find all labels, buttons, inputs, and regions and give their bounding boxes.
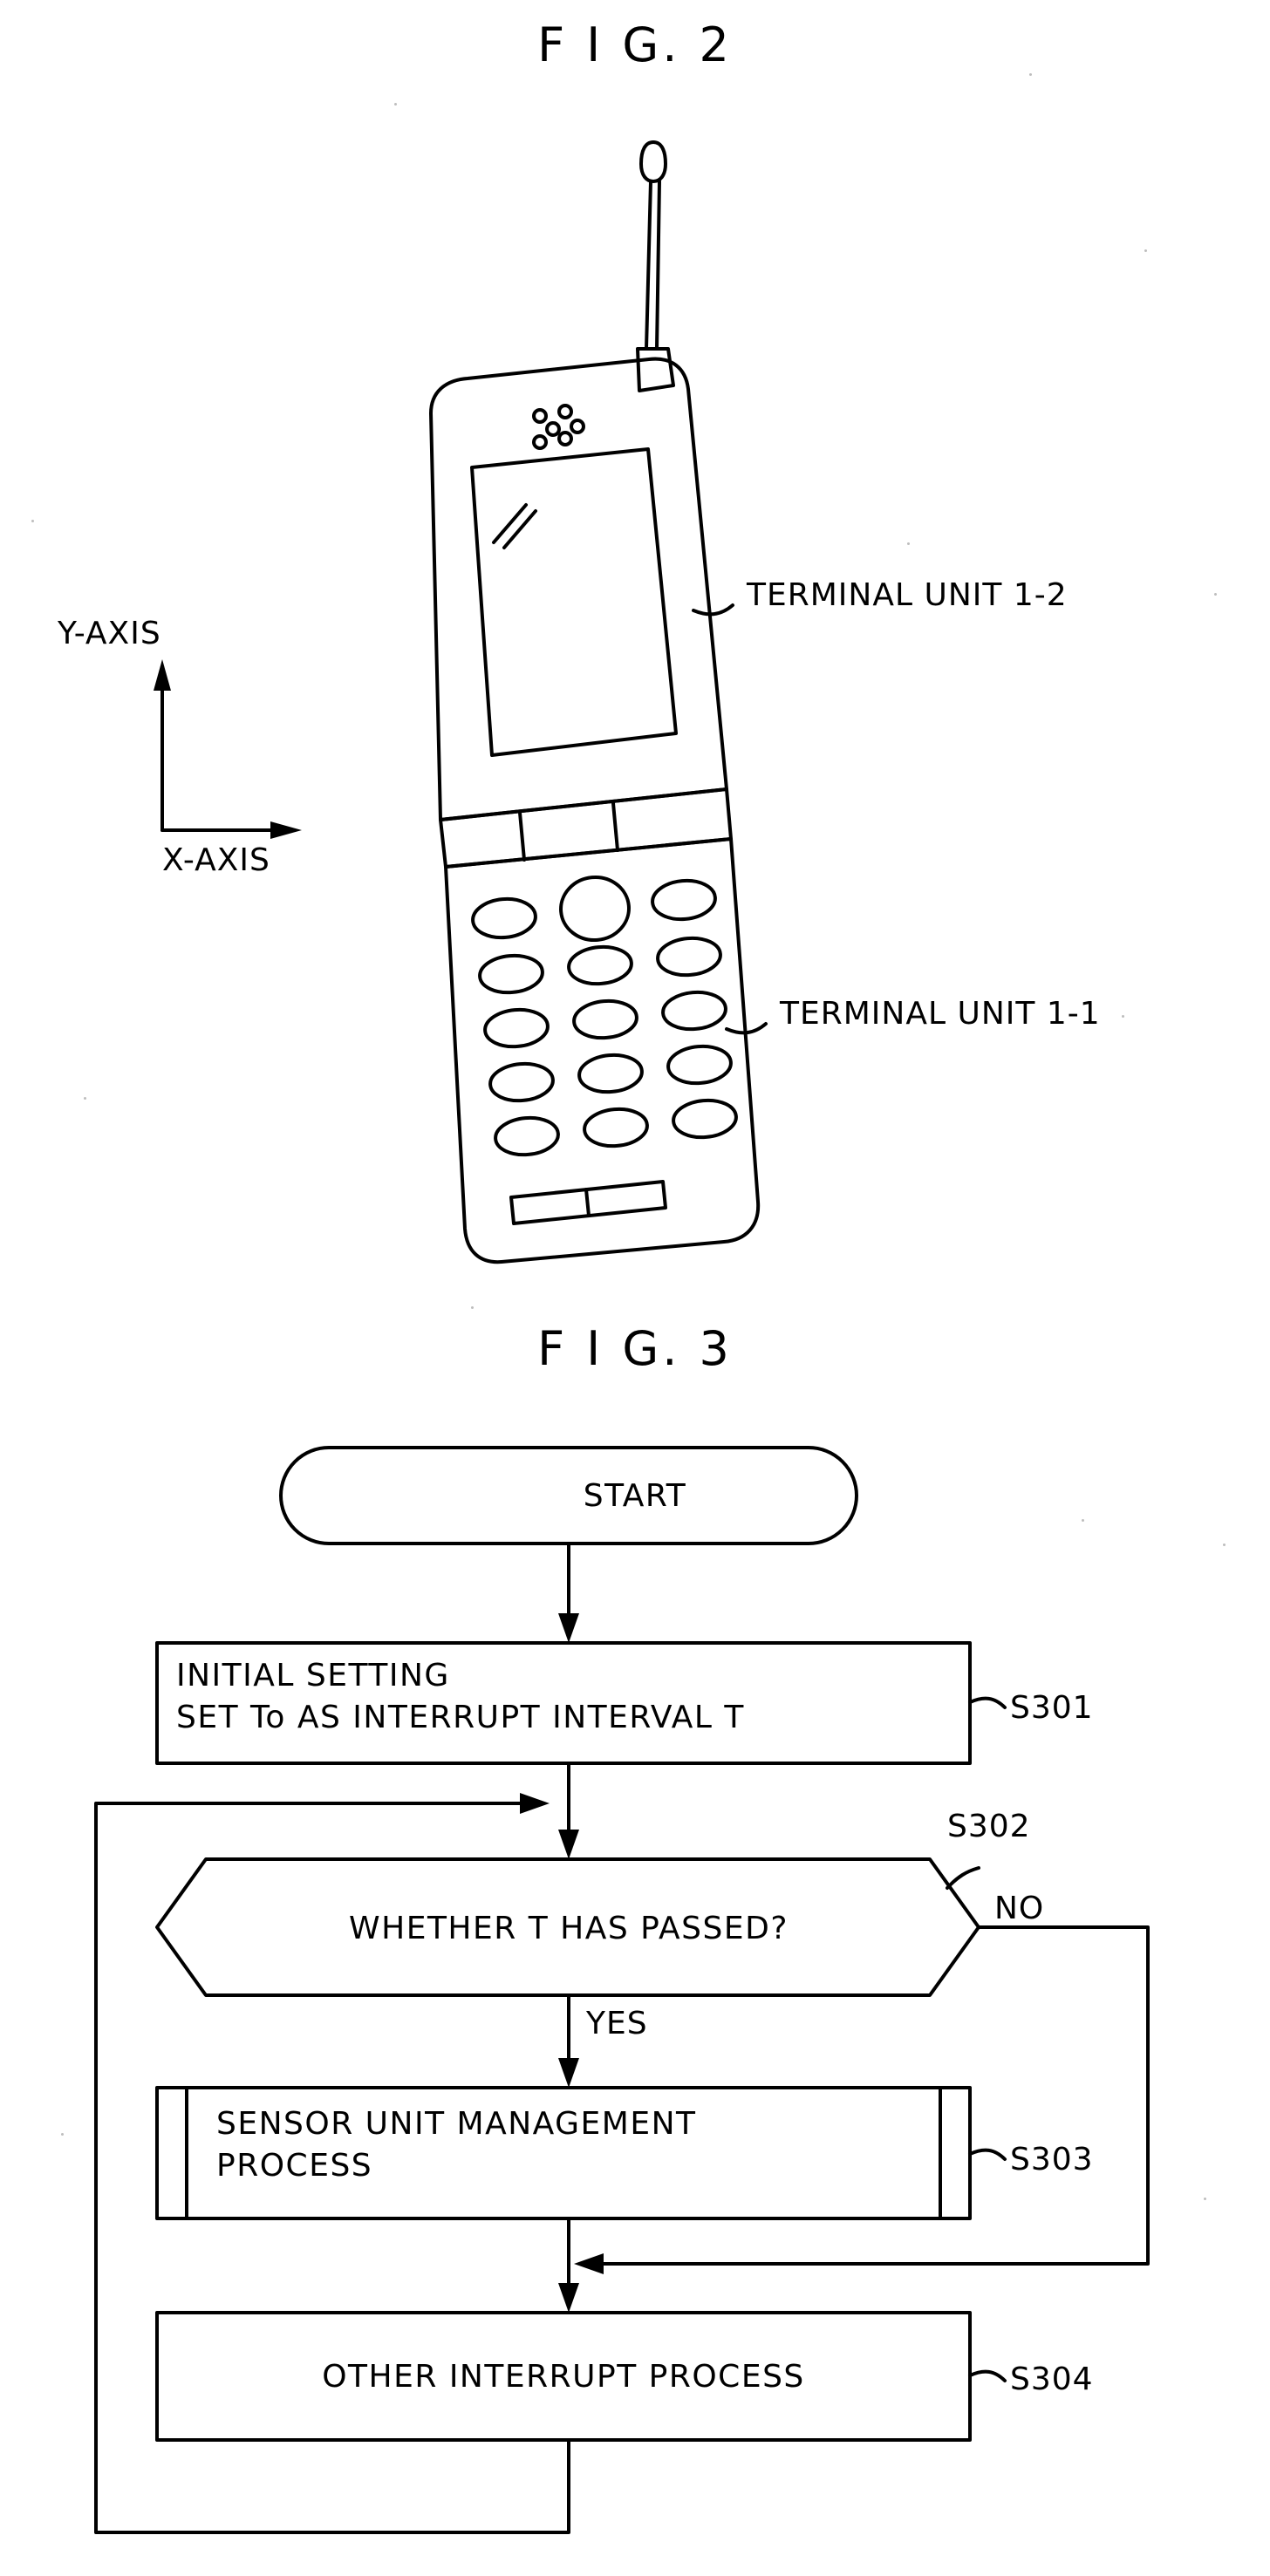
arrowhead bbox=[558, 1830, 579, 1859]
keypad-key bbox=[651, 878, 717, 922]
keypad-key bbox=[577, 1053, 644, 1094]
keypad-key-center bbox=[559, 875, 631, 943]
arrowhead bbox=[520, 1793, 550, 1814]
antenna-tip bbox=[639, 140, 667, 183]
y-axis-arrowhead bbox=[154, 659, 171, 691]
hinge-divider bbox=[611, 801, 619, 852]
phone-lower-housing bbox=[444, 837, 761, 1264]
step-label-s301: S301 bbox=[1010, 1690, 1094, 1726]
scan-speck bbox=[84, 1097, 86, 1100]
microphone-slot-divider bbox=[584, 1188, 591, 1217]
step-leader-s302 bbox=[946, 1866, 980, 1890]
phone-upper-housing bbox=[429, 357, 728, 821]
speaker-dot bbox=[545, 421, 561, 437]
keypad-key bbox=[672, 1098, 738, 1140]
keypad-key bbox=[494, 1115, 560, 1157]
scan-speck bbox=[471, 1306, 474, 1309]
scan-speck bbox=[1144, 249, 1147, 252]
arrowhead bbox=[574, 2253, 604, 2274]
antenna-base bbox=[636, 347, 675, 392]
flow-node-s304-label: OTHER INTERRUPT PROCESS bbox=[322, 2359, 805, 2395]
microphone-slot bbox=[509, 1180, 667, 1225]
speaker-dot bbox=[570, 419, 585, 434]
scan-speck bbox=[31, 520, 34, 522]
speaker-dot bbox=[557, 404, 573, 419]
patent-figure-page: F I G. 2 F I G. 3 Y-AXIS X-AXIS TERMINAL… bbox=[0, 0, 1270, 2576]
callout-terminal-unit-1-2: TERMINAL UNIT 1-2 bbox=[747, 577, 1068, 613]
screen-glare-stroke bbox=[502, 509, 537, 549]
fig2-phone-illustration bbox=[154, 140, 768, 1264]
speaker-dot bbox=[532, 434, 548, 450]
hinge-divider bbox=[518, 811, 526, 862]
scan-speck bbox=[1204, 2198, 1206, 2200]
flow-node-s302-label: WHETHER T HAS PASSED? bbox=[349, 1911, 789, 1946]
callout-leader-terminal-1-2 bbox=[692, 603, 734, 617]
keypad-key bbox=[483, 1007, 550, 1049]
scan-speck bbox=[1122, 1015, 1124, 1018]
y-axis-label: Y-AXIS bbox=[58, 616, 161, 651]
scan-speck bbox=[394, 103, 397, 106]
keypad-key bbox=[567, 944, 633, 986]
keypad-key bbox=[666, 1044, 733, 1086]
step-leader-s301 bbox=[968, 1696, 1007, 1709]
flow-node-s303-label: SENSOR UNIT MANAGEMENT PROCESS bbox=[216, 2106, 697, 2184]
callout-terminal-unit-1-1: TERMINAL UNIT 1-1 bbox=[780, 996, 1101, 1032]
antenna-rod-right bbox=[655, 180, 661, 351]
keypad-key bbox=[471, 896, 537, 940]
speaker-dot bbox=[557, 431, 573, 446]
figure-drawing-layer bbox=[94, 140, 1150, 2534]
arrowhead bbox=[558, 2283, 579, 2313]
arrowhead bbox=[558, 2058, 579, 2088]
screen-glare-stroke bbox=[492, 503, 528, 544]
phone-hinge-band bbox=[439, 787, 733, 869]
keypad-key bbox=[488, 1061, 555, 1103]
keypad-key bbox=[661, 990, 727, 1032]
step-leader-s303 bbox=[968, 2148, 1007, 2161]
keypad-key bbox=[478, 953, 544, 995]
step-label-s304: S304 bbox=[1010, 2361, 1094, 2397]
flow-node-s301-label: INITIAL SETTING SET To AS INTERRUPT INTE… bbox=[176, 1658, 745, 1735]
scan-speck bbox=[907, 542, 910, 545]
scan-speck bbox=[61, 2133, 64, 2136]
flow-node-start-label: START bbox=[583, 1478, 687, 1514]
keypad-key bbox=[572, 998, 638, 1040]
callout-leader-terminal-1-1 bbox=[725, 1022, 768, 1035]
step-label-s302: S302 bbox=[947, 1809, 1031, 1844]
flow-path-no-branch bbox=[591, 1925, 1150, 2266]
keypad-key bbox=[656, 936, 722, 978]
keypad-key bbox=[583, 1107, 649, 1148]
scan-speck bbox=[1214, 593, 1217, 596]
x-axis-arrowhead bbox=[270, 821, 302, 839]
edge-label-yes: YES bbox=[586, 2006, 648, 2041]
scan-speck bbox=[1223, 1544, 1226, 1546]
arrowhead bbox=[558, 1613, 579, 1643]
step-leader-s304 bbox=[968, 2369, 1007, 2382]
x-axis-label: X-AXIS bbox=[162, 842, 270, 878]
scan-speck bbox=[1029, 73, 1032, 76]
figure-2-title: F I G. 2 bbox=[537, 17, 733, 72]
figure-3-title: F I G. 3 bbox=[537, 1321, 733, 1376]
phone-display-screen bbox=[470, 447, 678, 757]
step-label-s303: S303 bbox=[1010, 2142, 1094, 2177]
scan-speck bbox=[1082, 1519, 1084, 1522]
speaker-dot bbox=[532, 408, 548, 424]
antenna-rod-left bbox=[645, 180, 652, 351]
edge-label-no: NO bbox=[994, 1891, 1045, 1926]
